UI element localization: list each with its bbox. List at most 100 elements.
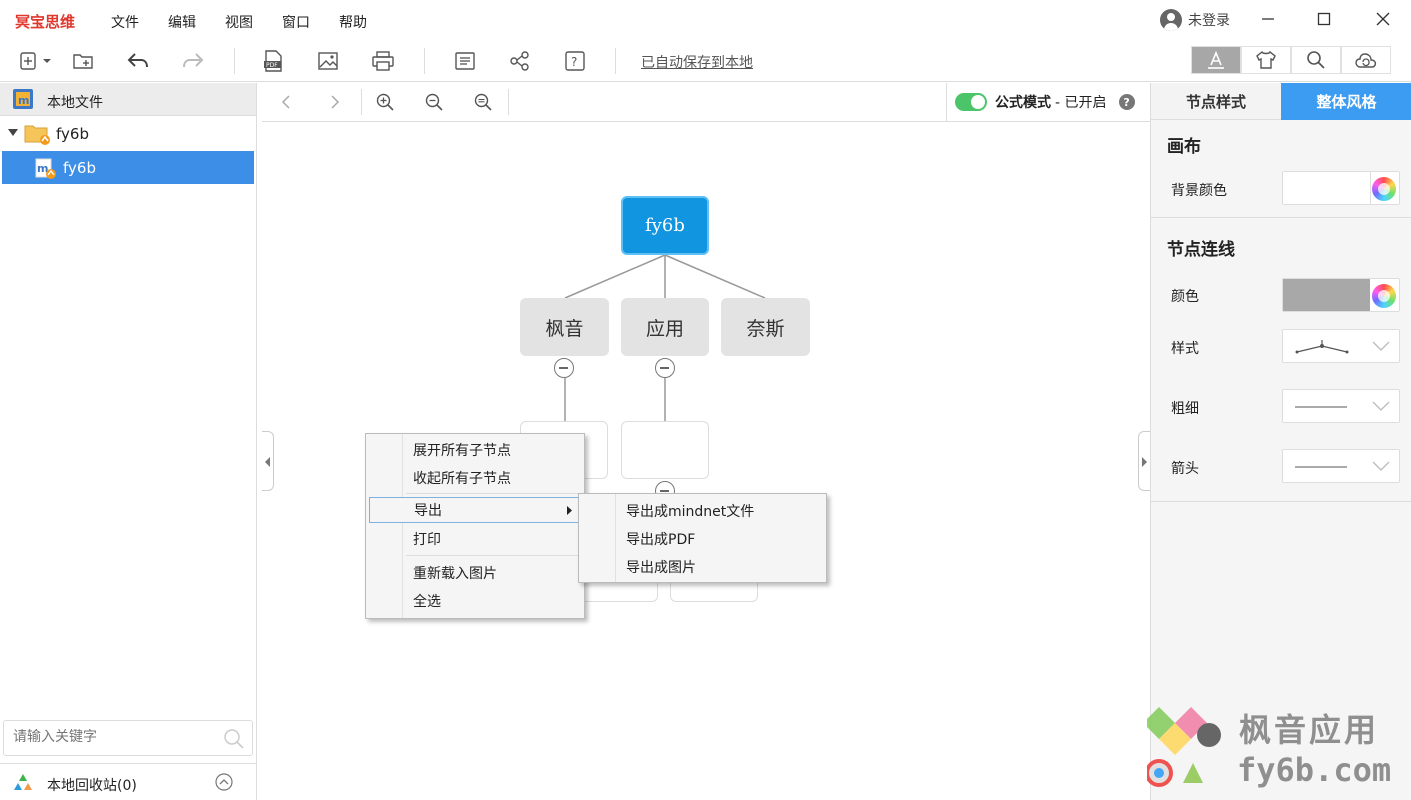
- toolbar-divider: [424, 48, 425, 74]
- tree-file-fy6b[interactable]: m fy6b: [2, 151, 254, 184]
- user-login[interactable]: 未登录: [1160, 9, 1230, 31]
- file-search-box[interactable]: [3, 720, 253, 756]
- color-wheel-icon[interactable]: [1372, 284, 1396, 308]
- chevron-down-icon: [1372, 341, 1390, 351]
- submenu-export-image[interactable]: 导出成图片: [579, 554, 826, 580]
- style-panel: 节点样式 整体风格 画布 背景颜色 节点连线 颜色 样式 粗细 箭头 枫音应用 …: [1147, 83, 1411, 800]
- menu-help[interactable]: 帮助: [339, 12, 367, 32]
- file-panel: m 本地文件 fy6b m fy6b 本地回收站(0): [0, 83, 257, 800]
- arrow-select[interactable]: [1282, 449, 1400, 483]
- new-folder-button[interactable]: [68, 48, 98, 74]
- undo-button[interactable]: [123, 48, 153, 74]
- image-icon: [318, 52, 338, 70]
- bg-color-picker[interactable]: [1282, 171, 1400, 205]
- toolbar-divider: [234, 48, 235, 74]
- autosave-status[interactable]: 已自动保存到本地: [641, 52, 753, 72]
- search-tool-button[interactable]: [1291, 46, 1341, 74]
- cloud-sync-icon: [1355, 53, 1377, 68]
- right-panel-toggle[interactable]: [1138, 431, 1150, 491]
- shirt-icon: [1256, 50, 1276, 69]
- child-node-3[interactable]: 奈斯: [721, 298, 810, 356]
- local-files-title: 本地文件: [47, 95, 103, 111]
- comment-button[interactable]: [450, 48, 480, 74]
- comment-icon: [455, 52, 475, 70]
- theme-tool-button[interactable]: [1241, 46, 1291, 74]
- chevron-down-icon: [1372, 461, 1390, 471]
- export-image-button[interactable]: [313, 48, 343, 74]
- child-node-2[interactable]: 应用: [621, 298, 709, 356]
- menu-separator: [406, 493, 580, 494]
- line-section-title: 节点连线: [1167, 240, 1235, 260]
- line-color-label: 颜色: [1171, 289, 1199, 305]
- text-style-icon: [1208, 50, 1224, 69]
- close-button[interactable]: [1368, 6, 1398, 32]
- left-panel-toggle[interactable]: [262, 431, 274, 491]
- line-color-picker[interactable]: [1282, 278, 1400, 312]
- user-status: 未登录: [1188, 13, 1230, 29]
- submenu-export-pdf[interactable]: 导出成PDF: [579, 526, 826, 552]
- menu-file[interactable]: 文件: [111, 12, 139, 32]
- root-node[interactable]: fy6b: [621, 196, 709, 255]
- minimize-button[interactable]: [1253, 6, 1283, 32]
- line-thickness-label: 粗细: [1171, 401, 1199, 417]
- watermark-title: 枫音应用: [1239, 711, 1380, 749]
- svg-text:?: ?: [571, 55, 577, 69]
- cloud-sync-button[interactable]: [1341, 46, 1391, 74]
- menu-select-all[interactable]: 全选: [366, 588, 584, 614]
- toolbar-divider: [615, 48, 616, 74]
- bg-color-label: 背景颜色: [1171, 183, 1227, 199]
- user-icon: [1160, 9, 1182, 31]
- folder-icon: [24, 125, 50, 145]
- file-search-input[interactable]: [13, 729, 213, 745]
- minimize-icon: [1262, 18, 1274, 20]
- share-button[interactable]: [505, 48, 535, 74]
- new-file-icon: [20, 52, 51, 70]
- line-style-label: 样式: [1171, 341, 1199, 357]
- collapse-toggle-2[interactable]: [655, 358, 675, 378]
- tab-node-style[interactable]: 节点样式: [1151, 83, 1281, 120]
- close-icon: [1376, 12, 1390, 26]
- menu-export-label: 导出: [414, 503, 442, 519]
- print-button[interactable]: [368, 48, 398, 74]
- tree-folder-label: fy6b: [56, 125, 89, 143]
- line-color-swatch: [1283, 279, 1370, 311]
- child-node-1[interactable]: 枫音: [520, 298, 609, 356]
- line-thickness-select[interactable]: [1282, 389, 1400, 423]
- tab-overall-style[interactable]: 整体风格: [1281, 83, 1411, 120]
- help-button[interactable]: ?: [560, 48, 590, 74]
- style-tool-button[interactable]: [1191, 46, 1241, 74]
- export-pdf-button[interactable]: PDF: [258, 48, 288, 74]
- color-wheel-icon[interactable]: [1372, 177, 1396, 201]
- menu-reload-images[interactable]: 重新载入图片: [366, 560, 584, 586]
- grandchild-node-2[interactable]: [621, 421, 709, 479]
- tree-folder-fy6b[interactable]: fy6b: [2, 117, 254, 150]
- new-folder-icon: [73, 54, 93, 69]
- menu-print[interactable]: 打印: [366, 526, 584, 552]
- export-submenu: 导出成mindnet文件 导出成PDF 导出成图片: [578, 493, 827, 583]
- line-thickness-preview-icon: [1295, 406, 1347, 408]
- menu-expand-all[interactable]: 展开所有子节点: [366, 437, 584, 463]
- maximize-button[interactable]: [1309, 6, 1339, 32]
- menu-edit[interactable]: 编辑: [168, 12, 196, 32]
- line-style-select[interactable]: [1282, 329, 1400, 363]
- menu-window[interactable]: 窗口: [282, 12, 310, 32]
- menu-collapse-all[interactable]: 收起所有子节点: [366, 465, 584, 491]
- collapse-toggle-1[interactable]: [554, 358, 574, 378]
- menu-view[interactable]: 视图: [225, 12, 253, 32]
- menu-export[interactable]: 导出: [369, 497, 580, 523]
- menu-separator: [406, 555, 580, 556]
- question-icon: ?: [565, 51, 585, 71]
- redo-button[interactable]: [178, 48, 208, 74]
- tree-file-label: fy6b: [63, 159, 96, 177]
- mindmap-file-icon: m: [35, 158, 56, 179]
- chevron-down-icon: [1372, 401, 1390, 411]
- undo-icon: [127, 53, 148, 68]
- watermark-logo-icon: [1147, 707, 1221, 787]
- menu-bar: 冥宝思维 文件 编辑 视图 窗口 帮助 未登录: [0, 0, 1411, 40]
- watermark-url: fy6b.com: [1237, 751, 1392, 789]
- recycle-bin[interactable]: 本地回收站(0): [0, 763, 256, 800]
- new-file-button[interactable]: [15, 48, 55, 74]
- caret-down-icon: [8, 129, 18, 136]
- submenu-export-mindnet[interactable]: 导出成mindnet文件: [579, 498, 826, 524]
- pdf-icon: PDF: [264, 50, 282, 72]
